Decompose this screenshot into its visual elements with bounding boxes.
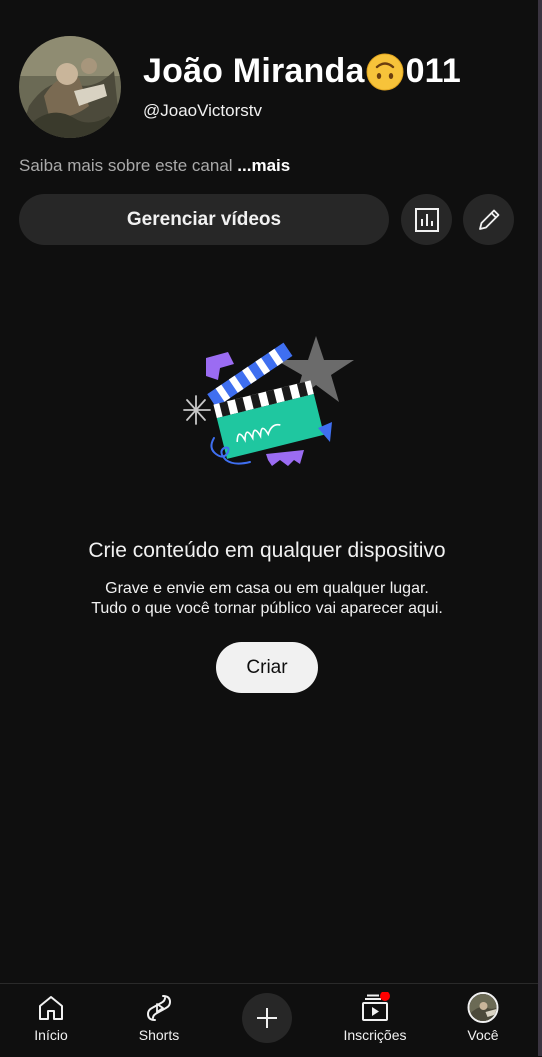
nav-item-home[interactable]: Início <box>6 984 96 1057</box>
nav-label-shorts: Shorts <box>138 1027 180 1043</box>
create-button[interactable]: Criar <box>216 642 318 693</box>
channel-name-text: João Miranda <box>143 52 365 90</box>
empty-state-title: Crie conteúdo em qualquer dispositivo <box>88 539 446 562</box>
empty-state-line-2: Tudo o que você tornar público vai apare… <box>91 600 443 617</box>
clapperboard-illustration <box>183 336 354 466</box>
channel-name-suffix: 011 <box>405 52 462 90</box>
bottom-navigation: Início Shorts Inscrições Você <box>0 983 538 1057</box>
nav-label-home: Início <box>34 1027 68 1043</box>
channel-avatar[interactable] <box>19 36 121 138</box>
shorts-icon <box>146 995 172 1021</box>
analytics-button[interactable] <box>401 194 452 245</box>
empty-state-line-1: Grave e envie em casa ou em qualquer lug… <box>105 580 429 597</box>
home-icon <box>39 996 63 1020</box>
nav-item-subscriptions[interactable]: Inscrições <box>330 984 420 1057</box>
nav-item-shorts[interactable]: Shorts <box>114 984 204 1057</box>
you-avatar <box>467 992 499 1023</box>
subscriptions-icon <box>362 992 390 1021</box>
nav-create-button[interactable] <box>242 993 292 1043</box>
about-text: Saiba mais sobre este canal <box>19 156 238 175</box>
manage-videos-button[interactable]: Gerenciar vídeos <box>19 194 389 245</box>
analytics-icon <box>414 207 439 232</box>
nav-label-you: Você <box>467 1027 499 1043</box>
about-more-link[interactable]: ...mais <box>237 156 290 175</box>
channel-handle: @JoaoVictorstv <box>143 101 262 120</box>
pencil-icon <box>478 209 499 230</box>
upside-down-face-emoji-icon <box>366 53 404 90</box>
nav-label-subscriptions: Inscrições <box>343 1027 407 1043</box>
window-edge <box>538 0 542 1056</box>
channel-about[interactable]: Saiba mais sobre este canal ...mais <box>19 156 290 176</box>
plus-icon <box>257 1008 277 1028</box>
nav-item-you[interactable]: Você <box>438 984 528 1057</box>
notification-dot <box>380 992 390 1001</box>
edit-channel-button[interactable] <box>463 194 514 245</box>
channel-name: João Miranda 011 <box>143 52 461 91</box>
